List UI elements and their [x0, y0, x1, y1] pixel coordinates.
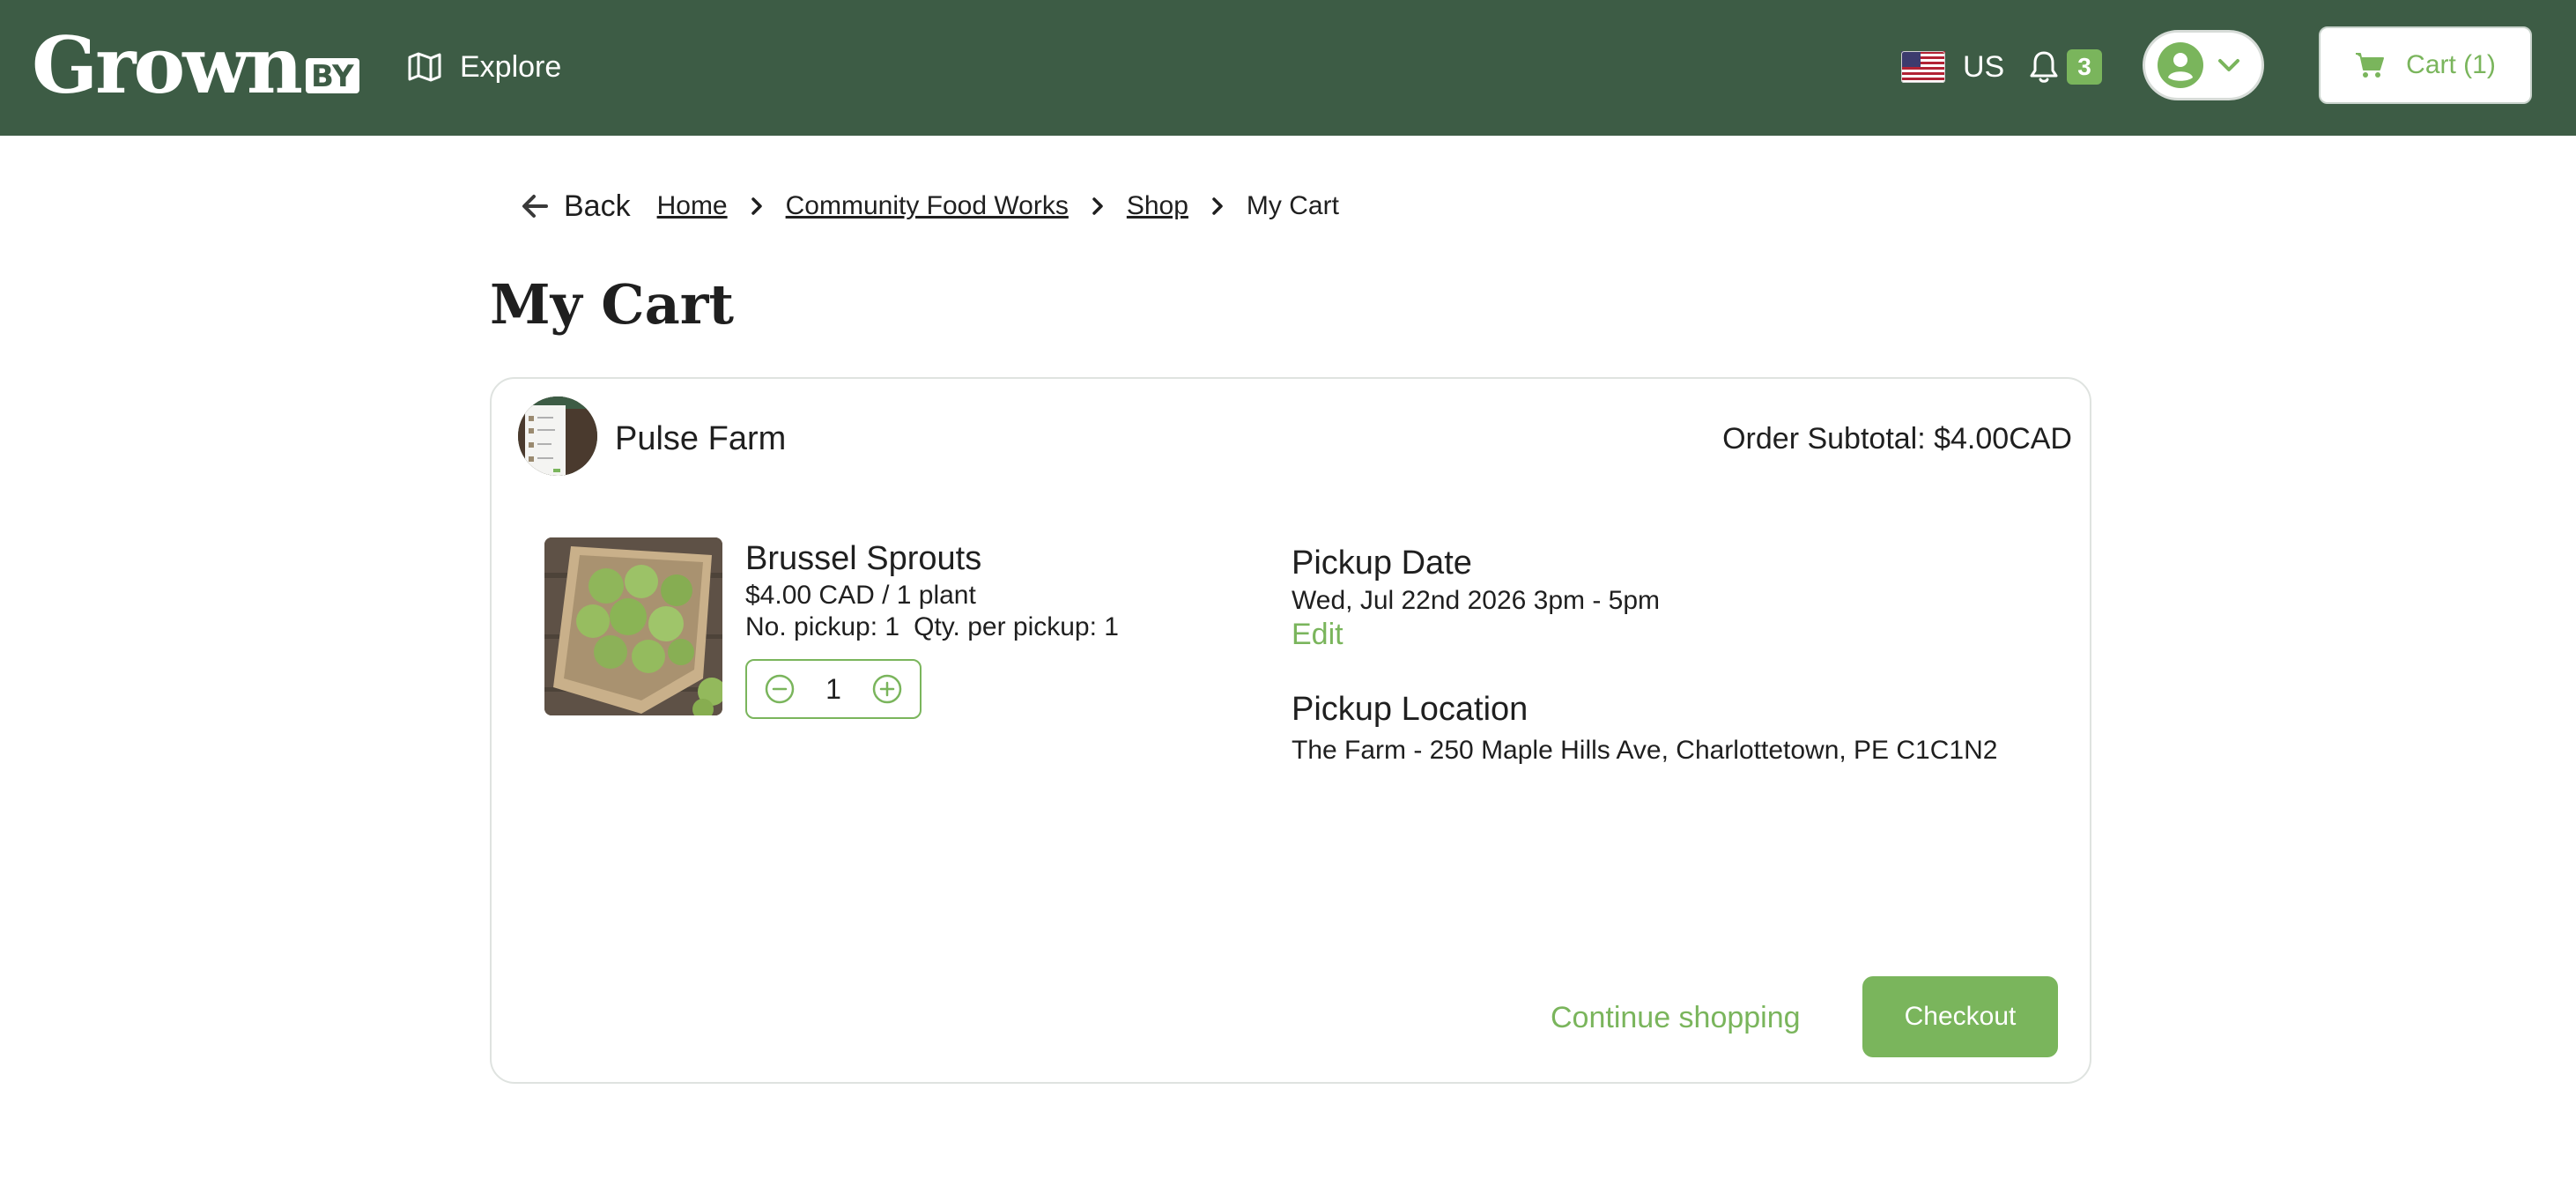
- breadcrumb-community-food-works[interactable]: Community Food Works: [786, 191, 1069, 221]
- notification-count-badge: 3: [2067, 49, 2102, 85]
- pickup-date-heading: Pickup Date: [1292, 545, 1472, 582]
- farm-avatar[interactable]: [518, 396, 597, 476]
- product-image[interactable]: [544, 537, 722, 715]
- pickup-count: No. pickup: 1: [745, 612, 900, 641]
- cart-button[interactable]: Cart (1): [2319, 26, 2532, 104]
- qty-per-pickup: Qty. per pickup: 1: [914, 612, 1119, 641]
- pickup-location-heading: Pickup Location: [1292, 691, 1529, 728]
- breadcrumb: Back Home Community Food Works Shop My C…: [522, 183, 1339, 229]
- us-flag-icon: [1901, 51, 1945, 83]
- cart-icon: [2356, 53, 2385, 78]
- continue-shopping-link[interactable]: Continue shopping: [1551, 996, 1801, 1040]
- top-navigation-bar: Grown BY Explore US 3 Cart (1): [0, 0, 2576, 136]
- minus-circle-icon: [765, 674, 795, 704]
- logo-wordmark: Grown: [32, 19, 303, 111]
- breadcrumb-home[interactable]: Home: [657, 191, 728, 221]
- breadcrumb-shop[interactable]: Shop: [1127, 191, 1188, 221]
- notifications-button[interactable]: 3: [2028, 41, 2102, 93]
- brussel-sprouts-photo: [544, 537, 722, 715]
- quantity-value[interactable]: 1: [825, 673, 841, 706]
- region-label: US: [1963, 49, 2005, 84]
- explore-link[interactable]: Explore: [407, 41, 561, 93]
- pickup-location-value: The Farm - 250 Maple Hills Ave, Charlott…: [1292, 736, 1998, 765]
- edit-pickup-date-link[interactable]: Edit: [1292, 617, 1344, 652]
- product-price: $4.00 CAD / 1 plant: [745, 581, 976, 610]
- bell-icon: [2030, 51, 2058, 83]
- breadcrumb-current: My Cart: [1246, 191, 1339, 220]
- back-button[interactable]: Back: [522, 189, 631, 224]
- logo-by-mark: BY: [305, 58, 359, 93]
- arrow-left-icon: [522, 195, 548, 218]
- order-subtotal: Order Subtotal: $4.00CAD: [1722, 422, 2072, 456]
- increment-button[interactable]: [870, 672, 904, 706]
- farm-cart-card: Pulse Farm Order Subtotal: $4.00CAD Brus…: [490, 377, 2091, 1084]
- quantity-stepper: 1: [745, 659, 922, 719]
- plus-circle-icon: [872, 674, 902, 704]
- chevron-down-icon: [2218, 59, 2239, 71]
- chevron-right-icon: [1092, 197, 1103, 215]
- region-selector[interactable]: US: [1901, 41, 2004, 93]
- farm-avatar-image: [518, 396, 597, 476]
- user-avatar-icon: [2158, 42, 2203, 88]
- checkout-button[interactable]: Checkout: [1862, 976, 2058, 1057]
- account-menu-button[interactable]: [2143, 30, 2264, 100]
- cart-label: Cart (1): [2406, 50, 2496, 79]
- chevron-right-icon: [1212, 197, 1223, 215]
- decrement-button[interactable]: [763, 672, 796, 706]
- map-icon: [408, 52, 441, 82]
- product-meta: No. pickup: 1 Qty. per pickup: 1: [745, 611, 1119, 643]
- product-name[interactable]: Brussel Sprouts: [745, 537, 981, 580]
- page-title: My Cart: [490, 272, 735, 337]
- grownby-logo[interactable]: Grown BY: [32, 21, 359, 109]
- farm-name[interactable]: Pulse Farm: [615, 419, 786, 458]
- chevron-right-icon: [751, 197, 762, 215]
- explore-label: Explore: [460, 49, 562, 84]
- pickup-date-value: Wed, Jul 22nd 2026 3pm - 5pm: [1292, 586, 1661, 615]
- back-label: Back: [564, 189, 631, 223]
